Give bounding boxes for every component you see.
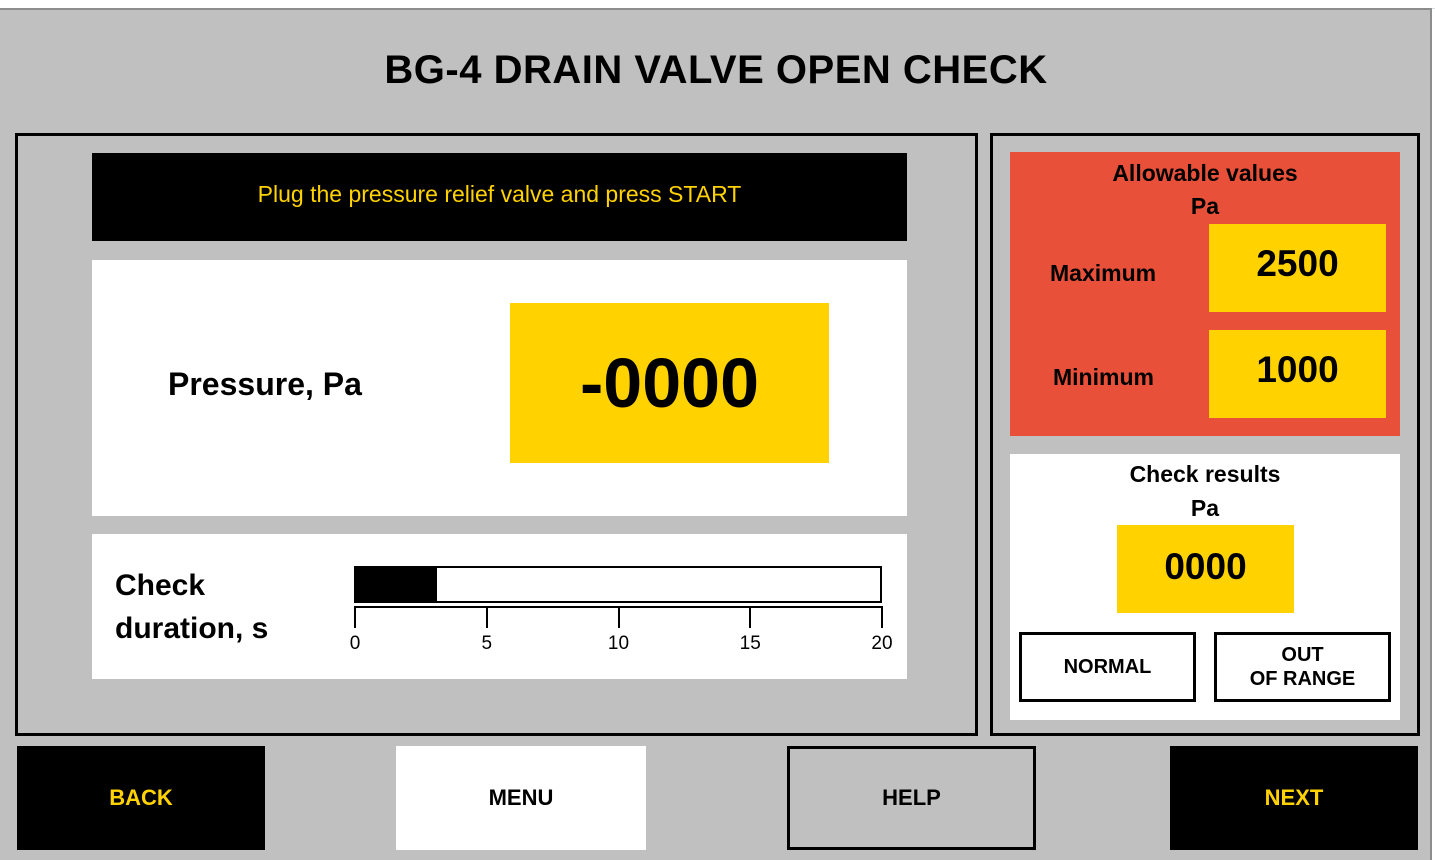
allowable-title-unit: Pa bbox=[1190, 193, 1220, 219]
allowable-title-line1: Allowable values bbox=[1112, 160, 1298, 186]
axis-tick bbox=[617, 606, 620, 628]
check-results-title-line1: Check results bbox=[1129, 461, 1281, 487]
out-of-range-line2: OF RANGE bbox=[1249, 668, 1356, 690]
maximum-label: Maximum bbox=[1050, 260, 1157, 286]
help-button[interactable]: HELP bbox=[787, 746, 1036, 850]
instruction-message: Plug the pressure relief valve and press… bbox=[92, 153, 907, 241]
check-results-value: 0000 bbox=[1117, 525, 1294, 613]
axis-tick bbox=[749, 606, 752, 628]
page-title: BG-4 DRAIN VALVE OPEN CHECK bbox=[384, 48, 1048, 92]
pressure-readout: -0000 bbox=[510, 303, 829, 463]
axis-tick bbox=[354, 606, 356, 628]
duration-progress-fill bbox=[356, 568, 438, 601]
minimum-value: 1000 bbox=[1209, 330, 1386, 418]
axis-tick-label: 15 bbox=[739, 633, 761, 654]
out-of-range-indicator: OUT OF RANGE bbox=[1214, 632, 1391, 702]
out-of-range-line1: OUT bbox=[1281, 644, 1324, 666]
axis-tick-label: 10 bbox=[607, 633, 630, 654]
normal-indicator: NORMAL bbox=[1019, 632, 1196, 702]
check-results-title: Check results Pa bbox=[1010, 457, 1400, 525]
axis-tick-label: 20 bbox=[871, 633, 893, 654]
axis-tick bbox=[881, 606, 883, 628]
axis-tick bbox=[485, 606, 488, 628]
axis-tick-label: 0 bbox=[349, 633, 361, 654]
next-button[interactable]: NEXT bbox=[1170, 746, 1418, 850]
duration-label-line2: duration, s bbox=[115, 612, 269, 645]
allowable-values-title: Allowable values Pa bbox=[1010, 157, 1400, 223]
axis-tick-label: 5 bbox=[481, 633, 493, 654]
maximum-value: 2500 bbox=[1209, 224, 1386, 312]
menu-button[interactable]: MENU bbox=[396, 746, 646, 850]
duration-progress-bar bbox=[354, 566, 882, 603]
minimum-label: Minimum bbox=[1053, 364, 1154, 390]
check-results-unit: Pa bbox=[1190, 495, 1220, 521]
duration-label: Check duration, s bbox=[115, 564, 268, 650]
duration-label-line1: Check bbox=[115, 569, 206, 602]
back-button[interactable]: BACK bbox=[17, 746, 265, 850]
pressure-label: Pressure, Pa bbox=[168, 366, 362, 402]
